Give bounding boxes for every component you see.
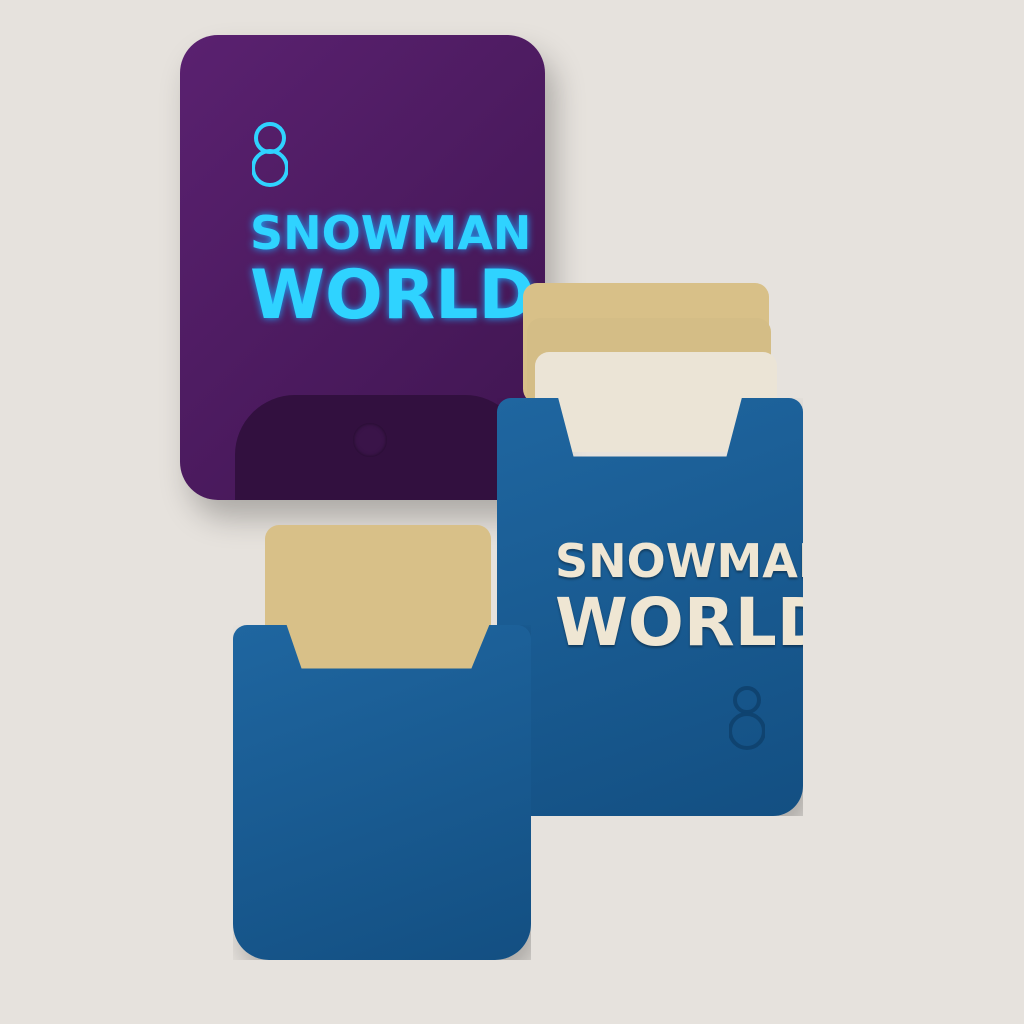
title-line-2: WORLD (555, 584, 832, 661)
purple-box-title: SNOWMAN WORLD (250, 210, 535, 330)
lid-button (353, 423, 387, 457)
title-line-1: SNOWMAN (555, 534, 837, 588)
snowman-icon (252, 122, 288, 187)
title-line-1: SNOWMAN (250, 206, 532, 260)
title-line-2: WORLD (250, 256, 535, 335)
blue-box-left (233, 625, 531, 960)
blue-box-title: SNOWMAN WORLD (555, 534, 837, 661)
purple-box-lid: SNOWMAN WORLD (180, 35, 545, 500)
snowman-icon (729, 686, 765, 750)
blue-box-right: SNOWMAN WORLD (497, 398, 803, 816)
